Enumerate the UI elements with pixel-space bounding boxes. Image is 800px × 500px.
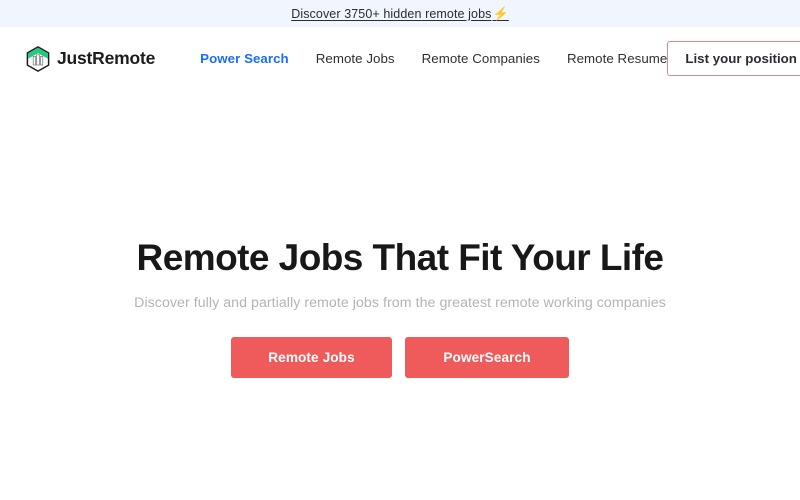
promo-banner: Discover 3750+ hidden remote jobs ⚡	[0, 0, 800, 27]
brand-name: JustRemote	[57, 48, 156, 68]
justremote-logo-icon	[26, 45, 50, 72]
nav-item-remote-companies[interactable]: Remote Companies	[422, 51, 540, 66]
promo-banner-link[interactable]: Discover 3750+ hidden remote jobs ⚡	[291, 6, 509, 22]
remote-jobs-button[interactable]: Remote Jobs	[231, 337, 392, 379]
hero-title: Remote Jobs That Fit Your Life	[136, 237, 664, 278]
header-actions: List your position	[667, 40, 800, 77]
hero-subtitle: Discover fully and partially remote jobs…	[134, 295, 666, 312]
list-your-position-button[interactable]: List your position	[667, 40, 800, 77]
nav-item-power-search[interactable]: Power Search	[200, 51, 289, 66]
nav-item-remote-resume[interactable]: Remote Resume	[567, 51, 667, 66]
site-header: JustRemote Power Search Remote Jobs Remo…	[0, 27, 800, 90]
hero-cta-group: Remote Jobs PowerSearch	[231, 337, 569, 379]
main-navigation: Power Search Remote Jobs Remote Companie…	[200, 51, 667, 66]
nav-item-remote-jobs[interactable]: Remote Jobs	[316, 51, 395, 66]
powersearch-button[interactable]: PowerSearch	[405, 337, 569, 379]
hero-section: Remote Jobs That Fit Your Life Discover …	[0, 90, 800, 379]
brand-logo-link[interactable]: JustRemote	[26, 45, 156, 72]
promo-banner-text: Discover 3750+ hidden remote jobs	[291, 6, 492, 21]
lightning-bolt-icon: ⚡	[492, 5, 509, 21]
